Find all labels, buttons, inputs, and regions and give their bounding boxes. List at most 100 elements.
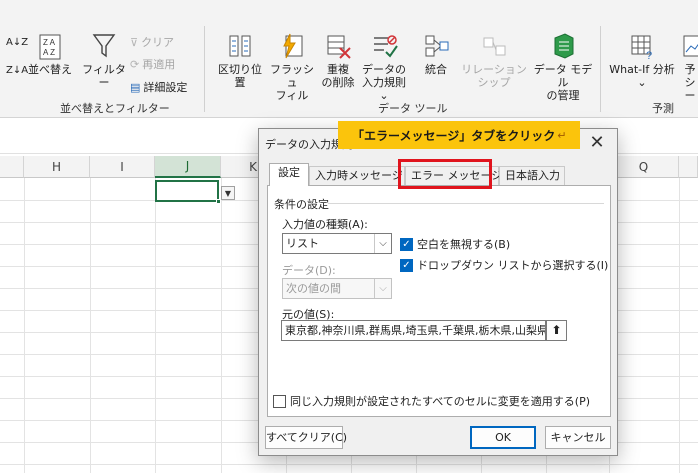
settings-panel: 条件の設定 入力値の種類(A): リスト ⌵ ✓ 空白を無視する(B) データ(… xyxy=(267,185,611,417)
flash-fill-label-2: フィル xyxy=(275,89,309,102)
error-tab-highlight xyxy=(398,159,492,189)
clear-filter-label: クリア xyxy=(141,36,175,49)
clear-filter-icon: ⊽ xyxy=(130,35,139,49)
active-cell-j[interactable] xyxy=(155,180,219,202)
reapply-button[interactable]: ⟳ 再適用 xyxy=(130,56,175,72)
allow-value: リスト xyxy=(286,237,319,250)
grid-column-line xyxy=(24,178,25,473)
data-model-icon xyxy=(554,33,574,59)
in-cell-dropdown-label: ドロップダウン リストから選択する(I) xyxy=(417,259,609,272)
close-button[interactable]: ✕ xyxy=(585,132,609,154)
in-cell-dropdown-checkbox[interactable]: ✓ ドロップダウン リストから選択する(I) xyxy=(400,257,608,273)
group-label-sort-filter: 並べ替えとフィルター xyxy=(60,102,170,115)
column-header-q[interactable]: Q xyxy=(609,156,679,178)
column-header-j[interactable]: J xyxy=(155,156,221,178)
text-to-columns-icon xyxy=(229,35,251,57)
collapse-arrow-icon: ⬆ xyxy=(551,323,562,337)
instruction-callout: 「エラーメッセージ」タブをクリック ↵ xyxy=(338,121,580,149)
group-label-forecast: 予測 xyxy=(652,102,674,115)
chevron-down-icon: ⌵ xyxy=(374,234,391,253)
manage-data-model-button[interactable]: データ モデル の管理 xyxy=(532,32,594,102)
data-label: データ(D): xyxy=(282,264,336,277)
clear-filter-button[interactable]: ⊽ クリア xyxy=(130,34,174,50)
filter-button[interactable]: フィルター xyxy=(80,32,128,89)
grid-column-line xyxy=(90,178,91,473)
ok-button[interactable]: OK xyxy=(470,426,536,449)
whatif-label: What-If 分析 xyxy=(609,63,675,76)
sort-ascending-button[interactable]: A↓Z xyxy=(6,38,28,48)
data-value: 次の値の間 xyxy=(286,282,341,295)
reapply-label: 再適用 xyxy=(142,58,176,71)
whatif-analysis-button[interactable]: ? What-If 分析 ⌄ xyxy=(606,32,678,89)
forecast-sheet-label-1: 予 xyxy=(684,63,696,76)
cell-dropdown-arrow[interactable]: ▼ xyxy=(221,186,235,200)
consolidate-label: 統合 xyxy=(425,63,447,76)
checkbox-checked-icon: ✓ xyxy=(400,258,413,272)
remove-duplicates-label-2: の削除 xyxy=(321,76,355,89)
sort-button[interactable]: Z A A Z 並べ替え xyxy=(28,34,72,76)
source-input[interactable]: 東京都,神奈川県,群馬県,埼玉県,千葉県,栃木県,山梨県 xyxy=(281,320,546,341)
close-icon: ✕ xyxy=(589,132,605,153)
relationships-label: リレーションシップ xyxy=(461,63,527,89)
chevron-down-icon: ⌵ xyxy=(374,279,391,298)
section-divider xyxy=(328,203,604,204)
cancel-button[interactable]: キャンセル xyxy=(545,426,611,449)
data-validation-icon xyxy=(374,35,398,58)
svg-text:Z A: Z A xyxy=(43,38,56,47)
remove-duplicates-label-1: 重複 xyxy=(327,63,349,76)
ok-label: OK xyxy=(495,431,511,444)
tab-input-message[interactable]: 入力時メッセージ xyxy=(309,166,405,185)
forecast-sheet-icon xyxy=(683,35,698,57)
remove-duplicates-icon xyxy=(327,35,351,59)
filter-label: フィルター xyxy=(82,63,126,89)
reapply-icon: ⟳ xyxy=(130,57,140,71)
sort-descending-icon: Z↓A xyxy=(6,65,29,76)
column-header-h[interactable]: H xyxy=(24,156,90,178)
sort-descending-button[interactable]: Z↓A xyxy=(6,66,28,76)
filter-icon xyxy=(92,34,116,58)
tab-label: 設定 xyxy=(278,166,300,179)
data-validation-button[interactable]: データの 入力規則 ⌄ xyxy=(356,32,412,102)
forecast-sheet-button[interactable]: 予 シー xyxy=(680,32,698,102)
column-header-label: H xyxy=(51,159,62,174)
group-separator xyxy=(204,26,205,112)
column-header-i[interactable]: I xyxy=(90,156,155,178)
ignore-blank-label: 空白を無視する(B) xyxy=(417,238,511,251)
advanced-filter-button[interactable]: ▤ 詳細設定 xyxy=(130,79,187,95)
text-to-columns-button[interactable]: 区切り位置 xyxy=(214,32,266,89)
data-validation-label-2: 入力規則 ⌄ xyxy=(362,76,406,102)
ignore-blank-checkbox[interactable]: ✓ 空白を無視する(B) xyxy=(400,236,510,252)
data-select[interactable]: 次の値の間 ⌵ xyxy=(282,278,392,299)
clear-all-button[interactable]: すべてクリア(C) xyxy=(265,426,347,449)
column-header-label: K xyxy=(249,159,257,174)
flash-fill-label-1: フラッシュ xyxy=(270,63,314,89)
relationships-button[interactable]: リレーションシップ xyxy=(458,32,530,89)
tab-settings[interactable]: 設定 xyxy=(269,163,309,186)
remove-duplicates-button[interactable]: 重複 の削除 xyxy=(318,32,358,89)
svg-text:A Z: A Z xyxy=(43,48,55,57)
ribbon: A↓Z Z↓A Z A A Z 並べ替え フィルター ⊽ クリア ⟳ 再適用 ▤… xyxy=(0,0,698,118)
return-mark: ↵ xyxy=(557,128,567,142)
advanced-filter-icon: ▤ xyxy=(130,80,141,94)
sort-icon: Z A A Z xyxy=(39,34,61,60)
column-header-label: I xyxy=(120,159,124,174)
whatif-icon: ? xyxy=(631,35,652,60)
sort-ascending-icon: A↓Z xyxy=(6,37,29,48)
tab-japanese-input[interactable]: 日本語入力 xyxy=(499,166,565,185)
select-all-corner[interactable] xyxy=(0,156,24,178)
whatif-arrow: ⌄ xyxy=(637,76,647,89)
flash-fill-button[interactable]: フラッシュ フィル xyxy=(268,32,316,102)
column-header-r[interactable] xyxy=(679,156,698,178)
checkbox-checked-icon: ✓ xyxy=(400,237,413,251)
apply-all-checkbox[interactable]: 同じ入力規則が設定されたすべてのセルに変更を適用する(P) xyxy=(273,393,590,409)
section-title: 条件の設定 xyxy=(274,198,329,211)
sort-label: 並べ替え xyxy=(28,63,72,76)
consolidate-icon xyxy=(425,35,449,57)
advanced-filter-label: 詳細設定 xyxy=(143,81,188,94)
dropdown-arrow-icon: ▼ xyxy=(224,188,232,198)
forecast-sheet-label-2: シー xyxy=(684,76,696,102)
allow-select[interactable]: リスト ⌵ xyxy=(282,233,392,254)
collapse-dialog-button[interactable]: ⬆ xyxy=(546,320,567,341)
flash-fill-icon xyxy=(283,33,303,59)
consolidate-button[interactable]: 統合 xyxy=(418,32,454,76)
